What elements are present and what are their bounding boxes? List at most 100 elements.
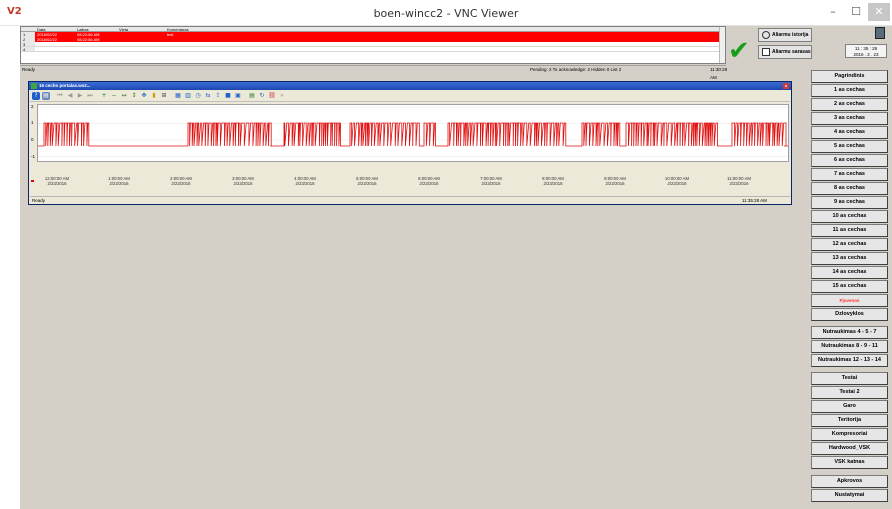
x-tick-date: 2/23/2016 bbox=[47, 181, 67, 186]
nav-button[interactable]: 11 as cechas bbox=[811, 224, 888, 237]
range-icon[interactable]: ⇆ bbox=[204, 92, 212, 100]
nav-button[interactable]: 2 as cechas bbox=[811, 98, 888, 111]
ruler-icon[interactable]: ⊞ bbox=[160, 92, 168, 100]
nav-button[interactable]: 14 as cechas bbox=[811, 266, 888, 279]
trend-status-bar: Ready 11:35:28 AM bbox=[30, 196, 790, 204]
column-header-laikas[interactable]: Laikas bbox=[75, 27, 117, 31]
print-icon[interactable]: ▣ bbox=[234, 92, 242, 100]
trend-series-line bbox=[38, 122, 788, 147]
zoom-y-icon[interactable]: ↕ bbox=[130, 92, 138, 100]
nav-button[interactable]: 10 as cechas bbox=[811, 210, 888, 223]
alarm-table-scrollbar[interactable] bbox=[719, 27, 725, 63]
trend-plot-area[interactable] bbox=[37, 104, 789, 162]
alarm-history-button[interactable]: Aliarmu istorija bbox=[758, 28, 812, 42]
config-icon[interactable]: ▤ bbox=[42, 92, 50, 100]
x-tick: 9:00:00 AM 2/23/2016 bbox=[595, 176, 635, 186]
table-icon[interactable]: ▦ bbox=[174, 92, 182, 100]
nav-button[interactable]: Teritorija bbox=[811, 414, 888, 427]
clock-icon bbox=[762, 31, 770, 39]
trend-title: 15 cecho portalas.ws2... bbox=[39, 83, 91, 88]
nav-button[interactable]: 6 as cechas bbox=[811, 154, 888, 167]
clock-icon[interactable]: ◷ bbox=[194, 92, 202, 100]
trend-title-bar[interactable]: 15 cecho portalas.ws2... x bbox=[29, 82, 791, 90]
y-tick: 2 bbox=[31, 104, 34, 109]
nav-button[interactable]: Hardwood_VSK bbox=[811, 442, 888, 455]
x-tick: 10:00:00 AM 2/23/2016 bbox=[657, 176, 697, 186]
nav-button[interactable]: 5 as cechas bbox=[811, 140, 888, 153]
trend-y-axis: 2 1 0 -1 bbox=[30, 104, 37, 162]
nav-button[interactable]: 7 as cechas bbox=[811, 168, 888, 181]
alarm-cell-num: 3 bbox=[21, 42, 35, 46]
x-tick-date: 2/23/2016 bbox=[295, 181, 315, 186]
alarm-table[interactable]: Data Laikas Vieta Komentaras 1 2016/02/22… bbox=[20, 26, 726, 64]
stats-icon[interactable]: ▥ bbox=[184, 92, 192, 100]
zoom-x-icon[interactable]: ↔ bbox=[120, 92, 128, 100]
column-header-vieta[interactable]: Vieta bbox=[117, 27, 165, 31]
nav-button[interactable]: 15 as cechas bbox=[811, 280, 888, 293]
x-tick-date: 2/23/2016 bbox=[419, 181, 439, 186]
zoom-in-icon[interactable]: + bbox=[100, 92, 108, 100]
clock-date: 2016 . 2 . 23 bbox=[853, 52, 879, 57]
refresh-icon[interactable]: ↻ bbox=[258, 92, 266, 100]
alarm-cell-num: 4 bbox=[21, 47, 35, 51]
link-icon[interactable]: ⛓ bbox=[268, 92, 276, 100]
next-icon[interactable]: ▶ bbox=[76, 92, 84, 100]
x-axis-marker bbox=[31, 180, 34, 182]
more-icon[interactable]: » bbox=[278, 92, 286, 100]
bars-icon[interactable]: ▮ bbox=[150, 92, 158, 100]
last-icon[interactable]: ⏭ bbox=[86, 92, 94, 100]
nav-button[interactable]: 1 as cechas bbox=[811, 84, 888, 97]
stop-icon[interactable]: ■ bbox=[224, 92, 232, 100]
move-icon[interactable]: ✥ bbox=[140, 92, 148, 100]
nav-button[interactable]: Garo bbox=[811, 400, 888, 413]
trend-close-button[interactable]: x bbox=[783, 83, 789, 89]
nav-button[interactable]: 12 as cechas bbox=[811, 238, 888, 251]
column-header-data[interactable]: Data bbox=[35, 27, 75, 31]
x-tick-date: 2/23/2016 bbox=[729, 181, 749, 186]
x-tick: 3:00:00 AM 2/23/2016 bbox=[223, 176, 263, 186]
vnc-title-bar: V2 boen-wincc2 - VNC Viewer – ☐ ✕ bbox=[0, 0, 892, 26]
export-icon[interactable]: ⇪ bbox=[214, 92, 222, 100]
close-button[interactable]: ✕ bbox=[868, 3, 890, 21]
nav-button[interactable]: 13 as cechas bbox=[811, 252, 888, 265]
trend-status-time: 11:35:28 AM bbox=[742, 198, 767, 203]
x-tick: 1:00:00 AM 2/23/2016 bbox=[99, 176, 139, 186]
nav-button[interactable]: VSK katnas bbox=[811, 456, 888, 469]
acknowledge-check-icon[interactable]: ✔ bbox=[728, 36, 750, 66]
prev-icon[interactable]: ◀ bbox=[66, 92, 74, 100]
x-tick: 2:00:00 AM 2/23/2016 bbox=[161, 176, 201, 186]
alarm-status-counters: Pending: 2 To acknowledge: 2 Hidden 0 Li… bbox=[530, 67, 622, 72]
nav-button[interactable]: Nutraukimas 12 - 13 - 14 bbox=[811, 354, 888, 367]
nav-button[interactable]: Dzlovyklos bbox=[811, 308, 888, 321]
minimize-button[interactable]: – bbox=[822, 3, 844, 21]
nav-button[interactable]: Nustatymai bbox=[811, 489, 888, 502]
nav-button[interactable]: Kompresoriai bbox=[811, 428, 888, 441]
x-tick-date: 2/23/2016 bbox=[233, 181, 253, 186]
alarm-list-button[interactable]: Aliarmu sarasas bbox=[758, 45, 812, 59]
nav-button[interactable]: 8 as cechas bbox=[811, 182, 888, 195]
x-tick-date: 2/23/2016 bbox=[171, 181, 191, 186]
nav-button[interactable]: Apkrovos bbox=[811, 475, 888, 488]
maximize-button[interactable]: ☐ bbox=[845, 3, 867, 21]
nav-button[interactable]: Pagrindinis bbox=[811, 70, 888, 83]
trend-x-axis: 12:00:00 AM 2/23/2016 1:00:00 AM 2/23/2016 2… bbox=[37, 164, 789, 196]
nav-button[interactable]: Nutraukimas 8 - 9 - 11 bbox=[811, 340, 888, 353]
trend-window[interactable]: 15 cecho portalas.ws2... x ? ▤ ⏮ ◀ ▶ ⏭ + − ↔ ↕ ✥ ▮ ⊞… bbox=[28, 81, 792, 205]
nav-button[interactable]: Pjuvenos bbox=[811, 294, 888, 307]
column-header-komentaras[interactable]: Komentaras bbox=[165, 27, 365, 31]
y-tick: 1 bbox=[31, 120, 34, 125]
help-icon[interactable]: ? bbox=[32, 92, 40, 100]
report-icon[interactable]: ▤ bbox=[248, 92, 256, 100]
alarm-row[interactable]: 4 bbox=[21, 47, 719, 52]
printer-icon[interactable] bbox=[875, 27, 885, 39]
nav-button[interactable]: 9 as cechas bbox=[811, 196, 888, 209]
zoom-out-icon[interactable]: − bbox=[110, 92, 118, 100]
nav-button[interactable]: Testai 2 bbox=[811, 386, 888, 399]
first-icon[interactable]: ⏮ bbox=[56, 92, 64, 100]
nav-button[interactable]: 4 as cechas bbox=[811, 126, 888, 139]
y-tick: 0 bbox=[31, 137, 34, 142]
alarm-status-ready: Ready bbox=[22, 67, 36, 72]
nav-button[interactable]: Testai bbox=[811, 372, 888, 385]
nav-button[interactable]: 3 as cechas bbox=[811, 112, 888, 125]
nav-button[interactable]: Nutraukimas 4 - 5 - 7 bbox=[811, 326, 888, 339]
